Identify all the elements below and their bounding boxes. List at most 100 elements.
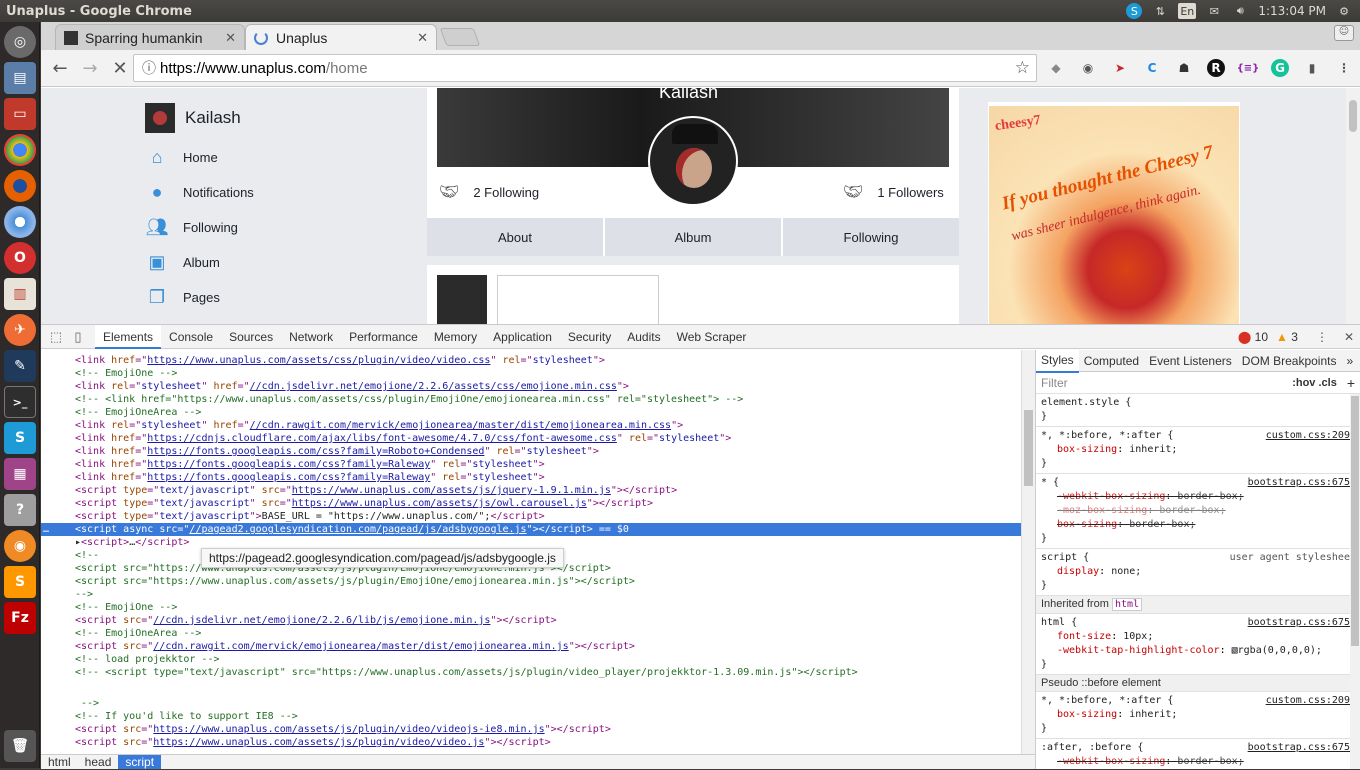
extension-camera-icon[interactable]: ◉ bbox=[1075, 55, 1101, 81]
dom-line[interactable]: --> bbox=[75, 697, 99, 710]
style-rule[interactable]: *, *:before, *:after {custom.css:2095 bo… bbox=[1036, 427, 1360, 474]
filezilla-icon[interactable]: Fz bbox=[4, 602, 36, 634]
devtools-tab-application[interactable]: Application bbox=[485, 325, 560, 349]
dom-line[interactable]: <script type="text/javascript" src="http… bbox=[75, 497, 653, 510]
tab-sparring[interactable]: Sparring humankin ✕ bbox=[55, 24, 245, 50]
extension-r-icon[interactable]: R bbox=[1207, 59, 1225, 77]
nav-item-notifications[interactable]: ● Notifications bbox=[145, 175, 385, 210]
extension-grammarly-icon[interactable]: G bbox=[1271, 59, 1289, 77]
profile-avatar[interactable] bbox=[648, 116, 738, 206]
back-icon[interactable]: ← bbox=[45, 53, 75, 83]
page-scrollbar[interactable] bbox=[1346, 88, 1360, 324]
dom-line[interactable]: <!-- EmojiOneArea --> bbox=[75, 406, 201, 419]
network-icon[interactable]: ⇅ bbox=[1152, 3, 1168, 19]
breadcrumb-script[interactable]: script bbox=[118, 755, 162, 769]
dom-line[interactable]: <!-- EmojiOne --> bbox=[75, 367, 177, 380]
elements-tree[interactable]: <link href="https://www.unaplus.com/asse… bbox=[41, 350, 1021, 754]
help-icon[interactable]: ? bbox=[4, 494, 36, 526]
post-input[interactable] bbox=[497, 275, 659, 324]
style-rule[interactable]: element.style {} bbox=[1036, 394, 1360, 427]
devtools-tab-elements[interactable]: Elements bbox=[95, 324, 162, 349]
profile-tab-album[interactable]: Album bbox=[605, 218, 783, 256]
inspect-element-icon[interactable]: ⬚ bbox=[45, 326, 67, 348]
styles-tab-computed[interactable]: Computed bbox=[1079, 350, 1144, 372]
terminal-icon[interactable]: >_ bbox=[4, 386, 36, 418]
elements-scrollbar[interactable] bbox=[1021, 350, 1035, 754]
breadcrumb-html[interactable]: html bbox=[41, 755, 78, 769]
dom-line[interactable]: <link href="https://cdnjs.cloudflare.com… bbox=[75, 432, 731, 445]
followers-count[interactable]: 🤝︎ 1 Followers bbox=[843, 182, 944, 202]
dom-line[interactable]: <link rel="stylesheet" href="//cdn.jsdel… bbox=[75, 380, 629, 393]
dom-line[interactable]: --> bbox=[75, 588, 93, 601]
devtools-tab-network[interactable]: Network bbox=[281, 325, 341, 349]
stop-icon[interactable]: ✕ bbox=[105, 53, 135, 83]
extension-json-icon[interactable]: {≡} bbox=[1235, 55, 1261, 81]
dom-line[interactable]: <link href="https://www.unaplus.com/asse… bbox=[75, 354, 605, 367]
dom-line[interactable]: <script src="https://www.unaplus.com/ass… bbox=[75, 736, 551, 749]
scrollbar-thumb[interactable] bbox=[1349, 100, 1357, 132]
style-rule[interactable]: :after, :before {bootstrap.css:6754 -web… bbox=[1036, 739, 1360, 769]
dom-line[interactable]: <!-- bbox=[75, 549, 99, 562]
new-tab-button[interactable] bbox=[439, 28, 481, 46]
clock[interactable]: 1:13:04 PM bbox=[1258, 4, 1326, 18]
add-rule-icon[interactable]: + bbox=[1347, 375, 1355, 391]
nav-item-home[interactable]: ⌂ Home bbox=[145, 140, 385, 175]
nav-item-pages[interactable]: ❐ Pages bbox=[145, 280, 385, 315]
site-info-icon[interactable]: ⓘ bbox=[138, 58, 160, 78]
scrollbar-thumb[interactable] bbox=[1024, 410, 1033, 486]
nav-item-album[interactable]: ▣ Album bbox=[145, 245, 385, 280]
dom-line[interactable]: <!-- EmojiOneArea --> bbox=[75, 627, 201, 640]
following-count[interactable]: 🤝︎ 2 Following bbox=[439, 182, 539, 202]
close-devtools-icon[interactable]: ✕ bbox=[1344, 330, 1354, 344]
profile-tab-about[interactable]: About bbox=[427, 218, 605, 256]
advertisement[interactable]: cheesy7 If you thought the Cheesy 7 was … bbox=[988, 102, 1240, 324]
dom-line[interactable]: <script src="https://www.unaplus.com/ass… bbox=[75, 575, 635, 588]
devtools-tab-performance[interactable]: Performance bbox=[341, 325, 426, 349]
profile-icon[interactable]: ☺ bbox=[1334, 25, 1354, 41]
tab-unaplus[interactable]: Unaplus ✕ bbox=[245, 24, 437, 50]
extension-c-icon[interactable]: C bbox=[1139, 55, 1165, 81]
opera-icon[interactable]: O bbox=[4, 242, 36, 274]
profile-tab-following[interactable]: Following bbox=[783, 218, 959, 256]
scrollbar-thumb[interactable] bbox=[1351, 396, 1359, 646]
dom-line[interactable]: <link href="https://fonts.googleapis.com… bbox=[75, 445, 599, 458]
device-toolbar-icon[interactable]: ▯ bbox=[67, 326, 89, 348]
styles-tab-styles[interactable]: Styles bbox=[1036, 350, 1079, 373]
warning-count-badge[interactable]: ▲ 3 bbox=[1276, 330, 1298, 344]
url-text[interactable]: https://www.unaplus.com/home bbox=[160, 60, 368, 77]
keyboard-layout[interactable]: En bbox=[1178, 3, 1197, 19]
styles-tab-dom-breakpoints[interactable]: DOM Breakpoints bbox=[1237, 350, 1342, 372]
settings-gear-icon[interactable]: ⚙ bbox=[1336, 3, 1352, 19]
close-tab-icon[interactable]: ✕ bbox=[417, 30, 428, 46]
devtools-tab-web-scraper[interactable]: Web Scraper bbox=[669, 325, 755, 349]
chromium-icon[interactable] bbox=[4, 206, 36, 238]
devtools-menu-icon[interactable]: ⋮ bbox=[1316, 330, 1328, 344]
dom-line-selected[interactable]: … <script async src="//pagead2.googlesynd… bbox=[41, 523, 1021, 536]
styles-scrollbar[interactable] bbox=[1350, 394, 1360, 769]
chrome-icon[interactable] bbox=[4, 134, 36, 166]
skype-tray-icon[interactable]: S bbox=[1126, 3, 1143, 19]
workspace-icon[interactable]: ▦ bbox=[4, 458, 36, 490]
chrome-menu-icon[interactable]: ⋮ bbox=[1331, 55, 1357, 81]
dom-line[interactable]: <!-- EmojiOne --> bbox=[75, 601, 177, 614]
dom-line[interactable]: <!-- <link href="https://www.unaplus.com… bbox=[75, 393, 743, 406]
style-rule[interactable]: script {user agent stylesheet display: n… bbox=[1036, 549, 1360, 596]
dom-line[interactable]: <link href="https://fonts.googleapis.com… bbox=[75, 458, 545, 471]
dom-line[interactable]: <script src="//cdn.rawgit.com/mervick/em… bbox=[75, 640, 635, 653]
hov-cls-toggles[interactable]: :hov .cls bbox=[1292, 377, 1337, 389]
dom-line[interactable]: <!-- <script type="text/javascript" src=… bbox=[75, 666, 858, 679]
extension-bookmark-icon[interactable]: ▮ bbox=[1299, 55, 1325, 81]
more-tabs-icon[interactable]: » bbox=[1341, 350, 1358, 372]
devtools-tab-sources[interactable]: Sources bbox=[221, 325, 281, 349]
dom-line[interactable]: <link rel="stylesheet" href="//cdn.rawgi… bbox=[75, 419, 683, 432]
dom-line[interactable]: <!-- load projekktor --> bbox=[75, 653, 220, 666]
document-viewer-icon[interactable]: ▥ bbox=[4, 278, 36, 310]
files-icon[interactable]: ▤ bbox=[4, 62, 36, 94]
skype-icon[interactable]: S bbox=[4, 422, 36, 454]
extension-spy-icon[interactable]: ☗ bbox=[1171, 55, 1197, 81]
blender-icon[interactable]: ◉ bbox=[4, 530, 36, 562]
devtools-tab-memory[interactable]: Memory bbox=[426, 325, 485, 349]
dash-icon[interactable]: ◎ bbox=[4, 26, 36, 58]
nav-item-following[interactable]: 👥︎ Following bbox=[145, 210, 385, 245]
devtools-tab-security[interactable]: Security bbox=[560, 325, 619, 349]
